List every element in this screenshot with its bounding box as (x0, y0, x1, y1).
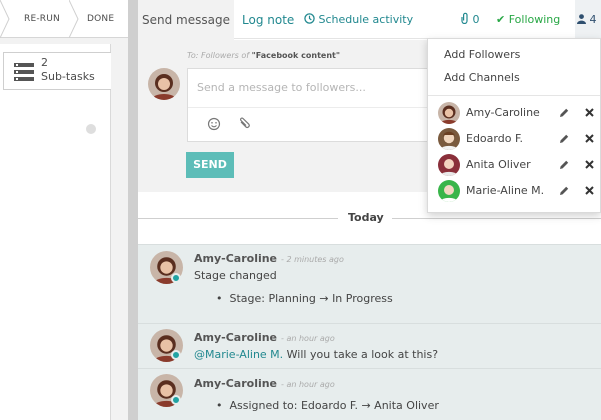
recipients-line: To: Followers of "Facebook content" (187, 51, 340, 60)
followers-button[interactable]: 4 (575, 0, 601, 40)
message-item: Amy-Caroline - an hour ago @Marie-Aline M… (138, 323, 601, 368)
message-input[interactable]: Send a message to followers... (187, 68, 437, 142)
separator-line (392, 218, 601, 219)
schedule-activity-label: Schedule activity (318, 13, 414, 26)
close-icon[interactable] (584, 107, 595, 118)
day-separator-label: Today (348, 211, 384, 224)
paperclip-icon (461, 12, 468, 25)
online-status-icon (171, 273, 181, 283)
attachments-count: 0 (472, 13, 480, 26)
tab-log-note[interactable]: Log note (242, 0, 294, 40)
pencil-icon[interactable] (558, 185, 570, 197)
recipients-prefix: To: Followers of (187, 51, 250, 60)
form-chatter-divider (128, 0, 138, 420)
follower-item[interactable]: Edoardo F. (438, 128, 598, 152)
close-icon[interactable] (584, 185, 595, 196)
follower-item[interactable]: Amy-Caroline (438, 102, 598, 126)
add-channels-link[interactable]: Add Channels (444, 71, 520, 84)
message-text: Will you take a look at this? (283, 348, 439, 361)
stage-rerun[interactable]: RE-RUN (24, 0, 60, 38)
close-icon[interactable] (584, 133, 595, 144)
online-status-icon (171, 395, 181, 405)
author-name: Amy-Caroline (194, 377, 278, 390)
follower-name: Edoardo F. (466, 132, 523, 145)
tracking-value: • Stage: Planning → In Progress (216, 292, 393, 305)
close-icon[interactable] (584, 159, 595, 170)
tracking-value: • Assigned to: Edoardo F. → Anita Oliver (216, 399, 439, 412)
user-photo-icon (438, 102, 460, 124)
following-toggle[interactable]: ✔ Following (496, 0, 560, 40)
add-followers-link[interactable]: Add Followers (444, 48, 520, 61)
following-label: Following (508, 13, 561, 26)
chatter-topbar: Send message Log note Schedule activity … (138, 0, 601, 40)
message-item: Amy-Caroline - 2 minutes ago Stage change… (138, 244, 601, 323)
message-body: Stage changed (194, 269, 277, 282)
message-time: - an hour ago (281, 334, 335, 343)
mention-link[interactable]: @Marie-Aline M. (194, 348, 283, 361)
chevron-right-icon (0, 0, 10, 38)
schedule-activity-button[interactable]: Schedule activity (304, 0, 413, 40)
user-photo-icon (438, 180, 460, 202)
pencil-icon[interactable] (558, 107, 570, 119)
subtasks-count: 2 (41, 56, 48, 69)
avatar (438, 128, 460, 150)
follower-item[interactable]: Marie-Aline M. (438, 180, 598, 204)
avatar (438, 102, 460, 124)
send-button[interactable]: SEND (186, 152, 234, 178)
kanban-state-dot[interactable] (86, 124, 96, 134)
composer-toolbar (188, 107, 436, 141)
list-icon (14, 63, 34, 81)
user-photo-icon (438, 154, 460, 176)
user-photo-icon (148, 68, 180, 100)
author-name: Amy-Caroline (194, 331, 278, 344)
clock-icon (304, 13, 315, 24)
message-author[interactable]: Amy-Caroline - an hour ago (194, 377, 335, 390)
followers-count: 4 (589, 13, 597, 26)
avatar (148, 68, 180, 100)
pencil-icon[interactable] (558, 133, 570, 145)
follower-name: Amy-Caroline (466, 106, 540, 119)
tracking-text: Stage: Planning → In Progress (229, 292, 393, 305)
tracking-text: Assigned to: Edoardo F. → Anita Oliver (229, 399, 439, 412)
author-name: Amy-Caroline (194, 252, 278, 265)
separator-line (138, 218, 338, 219)
dropdown-divider (428, 95, 600, 96)
message-item: Amy-Caroline - an hour ago • Assigned to:… (138, 368, 601, 420)
message-body: @Marie-Aline M. Will you take a look at … (194, 348, 438, 361)
message-time: - 2 minutes ago (281, 255, 344, 264)
pencil-icon[interactable] (558, 159, 570, 171)
user-photo-icon (438, 128, 460, 150)
message-time: - an hour ago (281, 380, 335, 389)
subtasks-label: Sub-tasks (41, 70, 95, 83)
follower-name: Anita Oliver (466, 158, 531, 171)
recipients-record: "Facebook content" (251, 51, 341, 60)
attachments-button[interactable]: 0 (460, 0, 480, 40)
chevron-right-icon (69, 0, 79, 38)
check-icon: ✔ (496, 13, 506, 26)
online-status-icon (171, 350, 181, 360)
stage-done[interactable]: DONE (87, 0, 114, 38)
user-icon (577, 14, 586, 24)
paperclip-icon[interactable] (236, 116, 252, 132)
smiley-icon[interactable] (206, 116, 222, 132)
form-sheet (0, 44, 111, 420)
subtasks-button[interactable]: 2 Sub-tasks (3, 52, 111, 90)
follower-item[interactable]: Anita Oliver (438, 154, 598, 178)
stage-statusbar: RE-RUN DONE (0, 0, 128, 38)
form-column: RE-RUN DONE 2 Sub-tasks (0, 0, 128, 420)
avatar (438, 180, 460, 202)
message-author[interactable]: Amy-Caroline - 2 minutes ago (194, 252, 344, 265)
follower-name: Marie-Aline M. (466, 184, 545, 197)
tab-send-message[interactable]: Send message (138, 0, 234, 40)
message-author[interactable]: Amy-Caroline - an hour ago (194, 331, 335, 344)
avatar (438, 154, 460, 176)
followers-dropdown: Add Followers Add Channels Amy-Caroline (427, 38, 601, 213)
message-placeholder: Send a message to followers... (197, 81, 366, 94)
